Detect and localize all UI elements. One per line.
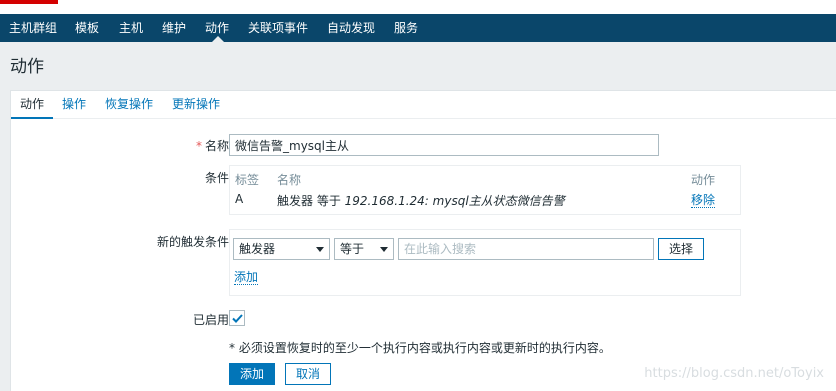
new-condition-box: 触发器 等于 选择 添加 <box>229 229 741 296</box>
condition-type-select[interactable]: 触发器 <box>233 238 330 260</box>
chevron-down-icon <box>380 247 388 252</box>
condition-operator-select[interactable]: 等于 <box>334 238 394 260</box>
trigger-search-input[interactable] <box>398 238 654 260</box>
conditions-label: 条件 <box>204 171 229 185</box>
nav-item-services[interactable]: 服务 <box>394 14 418 42</box>
tab-action[interactable]: 动作 <box>11 91 54 119</box>
select-button[interactable]: 选择 <box>658 238 704 260</box>
logo-bar <box>0 0 58 4</box>
new-condition-label: 新的触发条件 <box>156 235 229 249</box>
page-title: 动作 <box>10 57 44 77</box>
conditions-table: 标签 名称 动作 A 触发器 等于 192.168.1.24: mysql主从状… <box>229 165 741 215</box>
condition-tag: A <box>235 192 244 206</box>
nav-item-hosts[interactable]: 主机 <box>119 14 143 42</box>
enabled-checkbox[interactable] <box>229 310 245 326</box>
tab-recovery-operations[interactable]: 恢复操作 <box>105 91 153 119</box>
remove-condition-link[interactable]: 移除 <box>691 193 716 208</box>
conditions-header-tag: 标签 <box>235 173 260 187</box>
requirement-note: * 必须设置恢复时的至少一个执行内容或执行内容或更新时的执行内容。 <box>229 341 611 355</box>
enabled-label: 已启用 <box>192 313 229 327</box>
top-navigation: 主机群组 模板 主机 维护 动作 关联项事件 自动发现 服务 <box>0 14 836 42</box>
tab-update-operations[interactable]: 更新操作 <box>172 91 220 119</box>
conditions-header-action: 动作 <box>691 173 716 187</box>
nav-item-maintenance[interactable]: 维护 <box>162 14 186 42</box>
tab-bar: 动作 操作 恢复操作 更新操作 <box>11 91 836 119</box>
tab-operations[interactable]: 操作 <box>62 91 86 119</box>
top-strip <box>0 0 836 14</box>
nav-item-templates[interactable]: 模板 <box>75 14 99 42</box>
nav-item-host-groups[interactable]: 主机群组 <box>9 14 57 42</box>
condition-name: 触发器 等于 192.168.1.24: mysql主从状态微信告警 <box>277 194 565 208</box>
nav-item-discovery[interactable]: 自动发现 <box>327 14 375 42</box>
name-label: * 名称 <box>195 139 229 153</box>
checkmark-icon <box>232 314 243 323</box>
action-form-panel: 动作 操作 恢复操作 更新操作 *名称 条件 标签 名称 动作 A 触发器 等于… <box>10 90 836 391</box>
add-condition-link[interactable]: 添加 <box>234 270 259 285</box>
watermark: https://blog.csdn.net/oToyix <box>644 366 824 381</box>
conditions-header-name: 名称 <box>277 173 302 187</box>
active-indicator <box>212 36 224 42</box>
name-input[interactable] <box>229 134 659 156</box>
chevron-down-icon <box>316 247 324 252</box>
add-button[interactable]: 添加 <box>229 363 275 385</box>
nav-item-event-correlation[interactable]: 关联项事件 <box>248 14 308 42</box>
cancel-button[interactable]: 取消 <box>285 363 331 385</box>
